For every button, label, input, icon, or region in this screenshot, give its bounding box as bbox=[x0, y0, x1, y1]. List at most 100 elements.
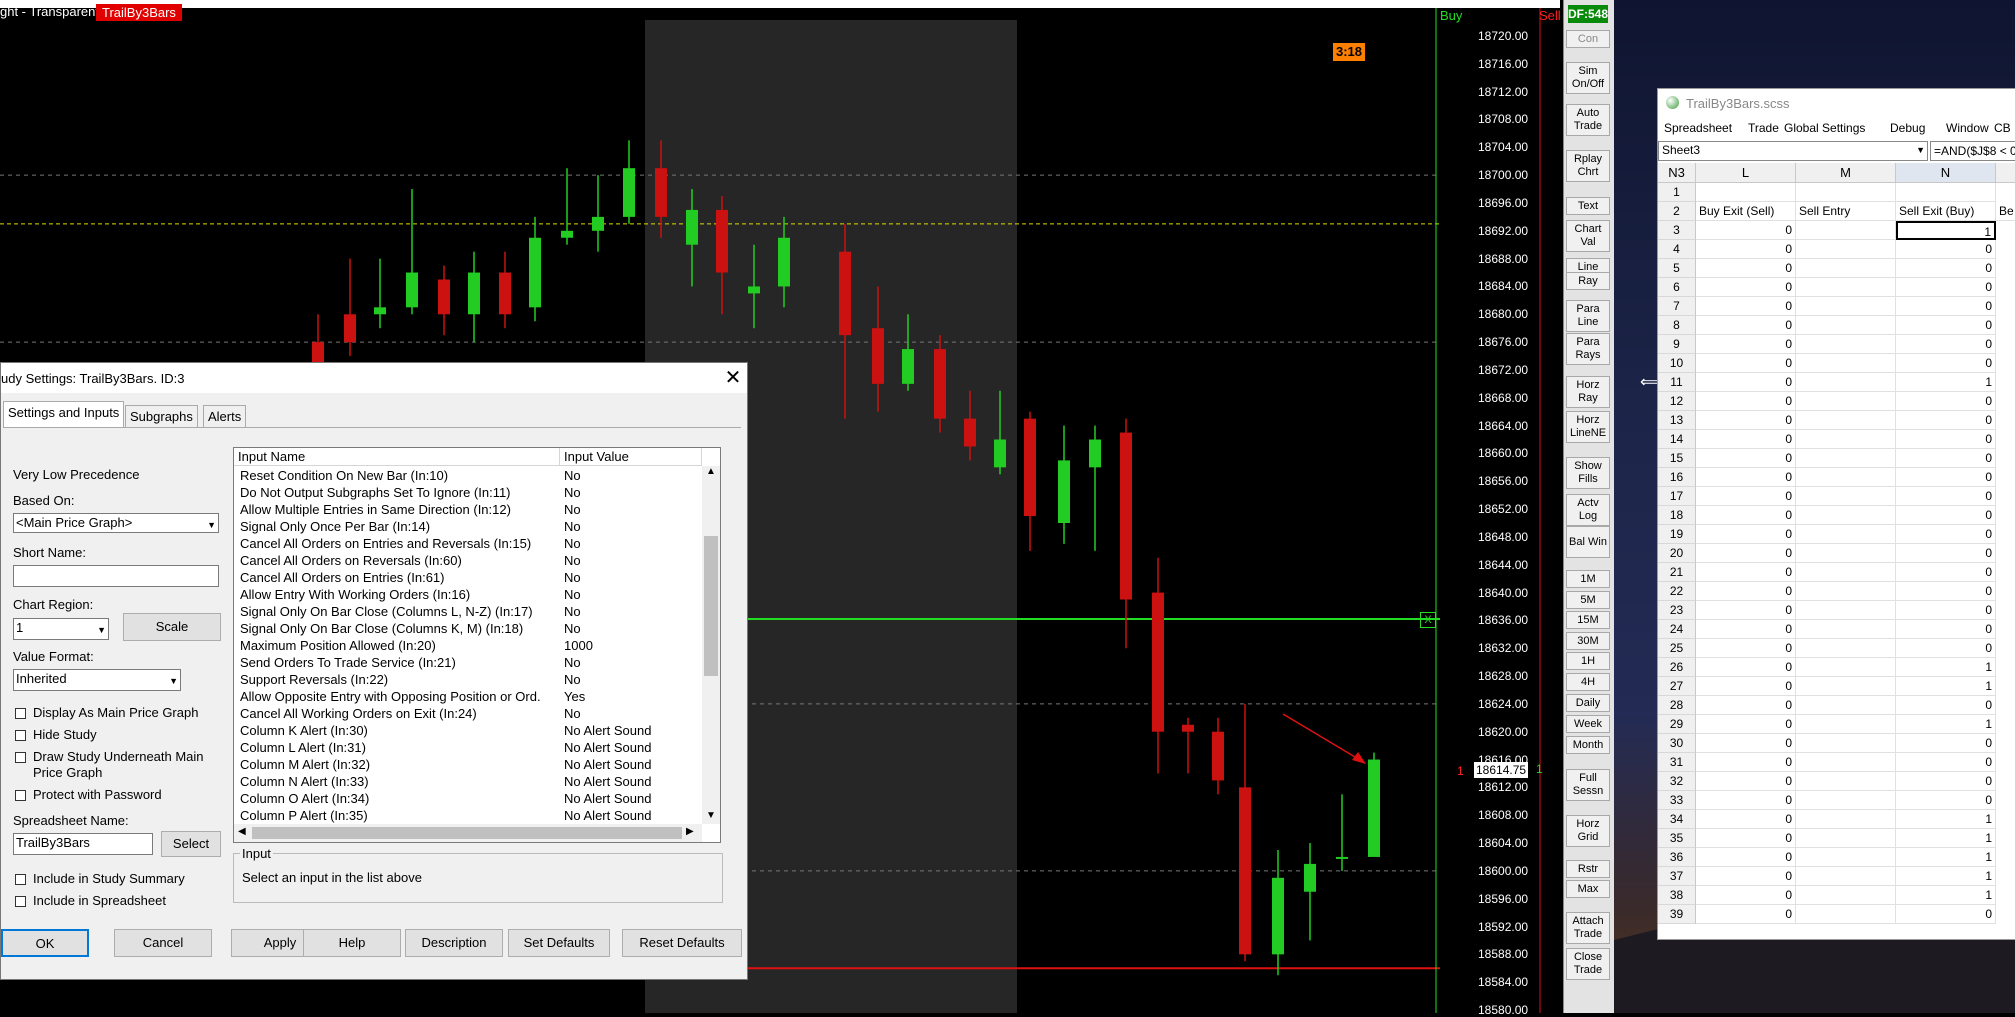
cell-l-31[interactable]: 0 bbox=[1696, 753, 1796, 772]
checkbox-label[interactable]: Hide Study bbox=[33, 727, 233, 743]
cell-n-12[interactable]: 0 bbox=[1896, 392, 1996, 411]
cell-l-21[interactable]: 0 bbox=[1696, 563, 1796, 582]
input-list[interactable]: Input Name Input Value Reset Condition O… bbox=[233, 447, 721, 843]
study-badge[interactable]: TrailBy3Bars bbox=[96, 4, 182, 21]
toolbar-button-week[interactable]: Week bbox=[1566, 715, 1610, 733]
cell-l-2[interactable]: Buy Exit (Sell) bbox=[1696, 202, 1796, 221]
cell-l-34[interactable]: 0 bbox=[1696, 810, 1796, 829]
list-item[interactable]: Do Not Output Subgraphs Set To Ignore (I… bbox=[234, 484, 704, 501]
scrollbar-thumb[interactable] bbox=[704, 536, 718, 676]
cell-m-2[interactable]: Sell Entry bbox=[1796, 202, 1896, 221]
row-number[interactable]: 30 bbox=[1658, 734, 1696, 753]
cell-m-8[interactable] bbox=[1796, 316, 1896, 335]
chevron-up-icon[interactable]: ▲ bbox=[706, 466, 716, 477]
cell-n-37[interactable]: 1 bbox=[1896, 867, 1996, 886]
toolbar-button-actv-log[interactable]: Actv Log bbox=[1566, 494, 1610, 526]
cell-m-15[interactable] bbox=[1796, 449, 1896, 468]
formula-bar[interactable]: =AND($J$8 < 0, bbox=[1930, 141, 2015, 161]
cell-n-19[interactable]: 0 bbox=[1896, 525, 1996, 544]
cell-l-12[interactable]: 0 bbox=[1696, 392, 1796, 411]
dialog-titlebar[interactable]: udy Settings: TrailBy3Bars. ID:3 ✕ bbox=[1, 363, 747, 393]
row-number[interactable]: 4 bbox=[1658, 240, 1696, 259]
checkbox-label[interactable]: Display As Main Price Graph bbox=[33, 705, 233, 721]
col-input-name[interactable]: Input Name bbox=[234, 448, 560, 466]
cell-n-22[interactable]: 0 bbox=[1896, 582, 1996, 601]
cell-l-3[interactable]: 0 bbox=[1696, 221, 1796, 240]
cell-n-33[interactable]: 0 bbox=[1896, 791, 1996, 810]
spreadsheet-titlebar[interactable]: TrailBy3Bars.scss bbox=[1658, 89, 2015, 117]
help-button[interactable]: Help bbox=[303, 929, 401, 957]
cell-l-13[interactable]: 0 bbox=[1696, 411, 1796, 430]
cell-n-15[interactable]: 0 bbox=[1896, 449, 1996, 468]
row-number[interactable]: 21 bbox=[1658, 563, 1696, 582]
cell-n-30[interactable]: 0 bbox=[1896, 734, 1996, 753]
row-number[interactable]: 38 bbox=[1658, 886, 1696, 905]
cell-l-5[interactable]: 0 bbox=[1696, 259, 1796, 278]
cell-m-26[interactable] bbox=[1796, 658, 1896, 677]
row-number[interactable]: 10 bbox=[1658, 354, 1696, 373]
tab-subgraphs[interactable]: Subgraphs bbox=[125, 405, 198, 427]
checkbox-label[interactable]: Draw Study Underneath Main Price Graph bbox=[33, 749, 233, 781]
set-defaults-button[interactable]: Set Defaults bbox=[508, 929, 610, 957]
toolbar-button-rstr[interactable]: Rstr bbox=[1566, 860, 1610, 878]
spreadsheet-menu-global-settings[interactable]: Global Settings bbox=[1784, 121, 1865, 135]
checkbox-label[interactable]: Include in Spreadsheet bbox=[33, 893, 233, 909]
x-marker[interactable]: X bbox=[1420, 612, 1436, 628]
toolbar-button-ray[interactable]: Ray bbox=[1566, 272, 1610, 290]
cell-l-9[interactable]: 0 bbox=[1696, 335, 1796, 354]
toolbar-button-para-line[interactable]: Para Line bbox=[1566, 300, 1610, 332]
cell-n-14[interactable]: 0 bbox=[1896, 430, 1996, 449]
row-number[interactable]: 24 bbox=[1658, 620, 1696, 639]
toolbar-button-para-rays[interactable]: Para Rays bbox=[1566, 333, 1610, 365]
row-number[interactable]: 6 bbox=[1658, 278, 1696, 297]
cell-n-25[interactable]: 0 bbox=[1896, 639, 1996, 658]
row-number[interactable]: 11 bbox=[1658, 373, 1696, 392]
cell-n-21[interactable]: 0 bbox=[1896, 563, 1996, 582]
cell-l-38[interactable]: 0 bbox=[1696, 886, 1796, 905]
vertical-scrollbar[interactable]: ▲ ▼ bbox=[702, 466, 720, 824]
list-item[interactable]: Signal Only On Bar Close (Columns K, M) … bbox=[234, 620, 704, 637]
list-item[interactable]: Reset Condition On New Bar (In:10) No bbox=[234, 467, 704, 484]
toolbar-button-auto-trade[interactable]: Auto Trade bbox=[1566, 104, 1610, 136]
cell-n-27[interactable]: 1 bbox=[1896, 677, 1996, 696]
cell-n-23[interactable]: 0 bbox=[1896, 601, 1996, 620]
cell-n-34[interactable]: 1 bbox=[1896, 810, 1996, 829]
chart-region-select[interactable]: 1 ▼ bbox=[13, 618, 109, 640]
cell-l-33[interactable]: 0 bbox=[1696, 791, 1796, 810]
list-item[interactable]: Column N Alert (In:33) No Alert Sound bbox=[234, 773, 704, 790]
cell-l-26[interactable]: 0 bbox=[1696, 658, 1796, 677]
cell-l-14[interactable]: 0 bbox=[1696, 430, 1796, 449]
cell-m-5[interactable] bbox=[1796, 259, 1896, 278]
cell-l-32[interactable]: 0 bbox=[1696, 772, 1796, 791]
cell-m-21[interactable] bbox=[1796, 563, 1896, 582]
toolbar-button-sim-on-off[interactable]: Sim On/Off bbox=[1566, 62, 1610, 94]
cell-n-36[interactable]: 1 bbox=[1896, 848, 1996, 867]
list-item[interactable]: Cancel All Orders on Entries (In:61) No bbox=[234, 569, 704, 586]
list-item[interactable]: Cancel All Orders on Reversals (In:60) No bbox=[234, 552, 704, 569]
toolbar-button-max[interactable]: Max bbox=[1566, 880, 1610, 898]
spreadsheet-menu-spreadsheet[interactable]: Spreadsheet bbox=[1664, 121, 1732, 135]
toolbar-button-rplay-chrt[interactable]: Rplay Chrt bbox=[1566, 150, 1610, 182]
cell-l-8[interactable]: 0 bbox=[1696, 316, 1796, 335]
row-number[interactable]: 16 bbox=[1658, 468, 1696, 487]
cell-l-37[interactable]: 0 bbox=[1696, 867, 1796, 886]
cell-n-38[interactable]: 1 bbox=[1896, 886, 1996, 905]
row-number[interactable]: 18 bbox=[1658, 506, 1696, 525]
column-header-m[interactable]: M bbox=[1796, 163, 1896, 183]
row-number[interactable]: 25 bbox=[1658, 639, 1696, 658]
cell-l-27[interactable]: 0 bbox=[1696, 677, 1796, 696]
row-number[interactable]: 15 bbox=[1658, 449, 1696, 468]
cell-l-11[interactable]: 0 bbox=[1696, 373, 1796, 392]
cell-l-19[interactable]: 0 bbox=[1696, 525, 1796, 544]
cell-n-2[interactable]: Sell Exit (Buy) bbox=[1896, 202, 1996, 221]
tab-alerts[interactable]: Alerts bbox=[203, 405, 247, 427]
toolbar-button-month[interactable]: Month bbox=[1566, 736, 1610, 754]
cell-n-3[interactable]: 1 bbox=[1896, 221, 1996, 240]
cell-l-30[interactable]: 0 bbox=[1696, 734, 1796, 753]
checkbox[interactable] bbox=[15, 708, 26, 719]
row-number[interactable]: 7 bbox=[1658, 297, 1696, 316]
checkbox[interactable] bbox=[15, 874, 26, 885]
cell-m-23[interactable] bbox=[1796, 601, 1896, 620]
short-name-input[interactable] bbox=[13, 565, 219, 587]
cell-m-36[interactable] bbox=[1796, 848, 1896, 867]
